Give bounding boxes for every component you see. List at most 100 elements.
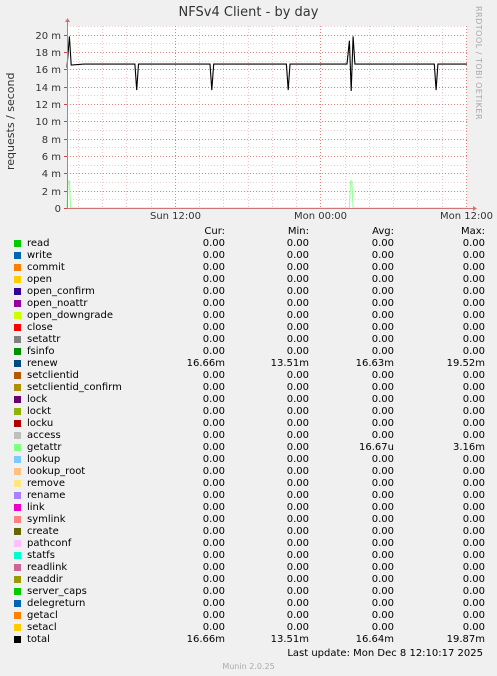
legend-min-value: 0.00 xyxy=(286,298,309,309)
legend-avg-value: 0.00 xyxy=(371,262,394,273)
legend-label: getacl xyxy=(27,610,58,621)
legend-min-value: 0.00 xyxy=(286,262,309,273)
legend-swatch xyxy=(14,384,21,391)
legend-max-value: 0.00 xyxy=(462,598,485,609)
legend-max-value: 0.00 xyxy=(462,622,485,633)
legend-row-setclientid: setclientid 0.00 0.00 0.00 0.00 xyxy=(0,370,497,382)
legend-label: remove xyxy=(27,478,65,489)
legend-avg-value: 0.00 xyxy=(371,286,394,297)
legend-row-link: link 0.00 0.00 0.00 0.00 xyxy=(0,502,497,514)
legend-max-value: 0.00 xyxy=(462,298,485,309)
legend-cur-value: 0.00 xyxy=(202,550,225,561)
legend-label: close xyxy=(27,322,53,333)
legend-max-value: 0.00 xyxy=(462,346,485,357)
legend-label: symlink xyxy=(27,514,66,525)
legend-row-renew: renew 16.66m 13.51m 16.63m 19.52m xyxy=(0,358,497,370)
legend-row-setattr: setattr 0.00 0.00 0.00 0.00 xyxy=(0,334,497,346)
legend-min-value: 0.00 xyxy=(286,382,309,393)
legend-label: pathconf xyxy=(27,538,72,549)
legend-max-value: 0.00 xyxy=(462,562,485,573)
legend-label: statfs xyxy=(27,550,55,561)
legend-swatch xyxy=(14,312,21,319)
legend-row-fsinfo: fsinfo 0.00 0.00 0.00 0.00 xyxy=(0,346,497,358)
legend-min-value: 0.00 xyxy=(286,550,309,561)
legend-min-value: 0.00 xyxy=(286,346,309,357)
legend-avg-value: 0.00 xyxy=(371,562,394,573)
legend-label: readlink xyxy=(27,562,68,573)
y-tick-label: 18 m xyxy=(35,48,61,59)
legend-cur-value: 0.00 xyxy=(202,418,225,429)
legend-label: open xyxy=(27,274,52,285)
legend-label: locku xyxy=(27,418,54,429)
legend-cur-value: 0.00 xyxy=(202,466,225,477)
legend-cur-value: 0.00 xyxy=(202,322,225,333)
legend-avg-value: 0.00 xyxy=(371,610,394,621)
legend-swatch xyxy=(14,252,21,259)
legend-cur-value: 0.00 xyxy=(202,382,225,393)
x-tick-label: Mon 00:00 xyxy=(294,211,347,222)
legend-label: write xyxy=(27,250,53,261)
header-max: Max: xyxy=(460,226,485,237)
legend-swatch xyxy=(14,492,21,499)
legend-label: setclientid_confirm xyxy=(27,382,122,393)
legend-swatch xyxy=(14,276,21,283)
legend-row-write: write 0.00 0.00 0.00 0.00 xyxy=(0,250,497,262)
y-tick-label: 0 xyxy=(55,204,61,215)
legend-swatch xyxy=(14,504,21,511)
legend-max-value: 0.00 xyxy=(462,286,485,297)
y-tick-label: 16 m xyxy=(35,65,61,76)
legend-avg-value: 0.00 xyxy=(371,502,394,513)
legend-avg-value: 0.00 xyxy=(371,394,394,405)
legend-cur-value: 0.00 xyxy=(202,262,225,273)
legend-label: delegreturn xyxy=(27,598,86,609)
legend-min-value: 0.00 xyxy=(286,610,309,621)
legend-max-value: 0.00 xyxy=(462,574,485,585)
legend-min-value: 0.00 xyxy=(286,442,309,453)
legend-row-getacl: getacl 0.00 0.00 0.00 0.00 xyxy=(0,610,497,622)
legend-label: lockt xyxy=(27,406,52,417)
legend-max-value: 0.00 xyxy=(462,586,485,597)
legend-max-value: 0.00 xyxy=(462,394,485,405)
legend-label: access xyxy=(27,430,61,441)
legend-cur-value: 0.00 xyxy=(202,514,225,525)
legend-cur-value: 0.00 xyxy=(202,346,225,357)
x-tick-label: Sun 12:00 xyxy=(150,211,201,222)
legend-min-value: 0.00 xyxy=(286,490,309,501)
legend-cur-value: 0.00 xyxy=(202,586,225,597)
y-tick-label: 14 m xyxy=(35,83,61,94)
legend-cur-value: 16.66m xyxy=(186,634,225,645)
legend-max-value: 0.00 xyxy=(462,334,485,345)
legend-row-close: close 0.00 0.00 0.00 0.00 xyxy=(0,322,497,334)
legend-row-setacl: setacl 0.00 0.00 0.00 0.00 xyxy=(0,622,497,634)
legend-cur-value: 0.00 xyxy=(202,610,225,621)
legend-row-open_noattr: open_noattr 0.00 0.00 0.00 0.00 xyxy=(0,298,497,310)
legend-swatch xyxy=(14,540,21,547)
legend-row-setclientid_confirm: setclientid_confirm 0.00 0.00 0.00 0.00 xyxy=(0,382,497,394)
legend-min-value: 0.00 xyxy=(286,310,309,321)
legend-avg-value: 0.00 xyxy=(371,250,394,261)
legend-avg-value: 0.00 xyxy=(371,478,394,489)
legend-label: server_caps xyxy=(27,586,87,597)
legend-avg-value: 0.00 xyxy=(371,490,394,501)
legend-label: setattr xyxy=(27,334,61,345)
legend-swatch xyxy=(14,432,21,439)
header-min: Min: xyxy=(287,226,309,237)
legend-max-value: 0.00 xyxy=(462,550,485,561)
legend-min-value: 13.51m xyxy=(270,634,309,645)
legend-cur-value: 0.00 xyxy=(202,250,225,261)
legend-min-value: 0.00 xyxy=(286,514,309,525)
legend-max-value: 0.00 xyxy=(462,526,485,537)
legend-max-value: 0.00 xyxy=(462,262,485,273)
legend-swatch xyxy=(14,396,21,403)
legend-row-pathconf: pathconf 0.00 0.00 0.00 0.00 xyxy=(0,538,497,550)
legend-label: lookup xyxy=(27,454,61,465)
legend-min-value: 0.00 xyxy=(286,562,309,573)
legend-min-value: 0.00 xyxy=(286,526,309,537)
legend-row-read: read 0.00 0.00 0.00 0.00 xyxy=(0,238,497,250)
x-tick-label: Mon 12:00 xyxy=(440,211,493,222)
legend-min-value: 0.00 xyxy=(286,286,309,297)
legend-avg-value: 0.00 xyxy=(371,238,394,249)
legend-cur-value: 0.00 xyxy=(202,310,225,321)
legend-max-value: 0.00 xyxy=(462,238,485,249)
legend-min-value: 0.00 xyxy=(286,622,309,633)
